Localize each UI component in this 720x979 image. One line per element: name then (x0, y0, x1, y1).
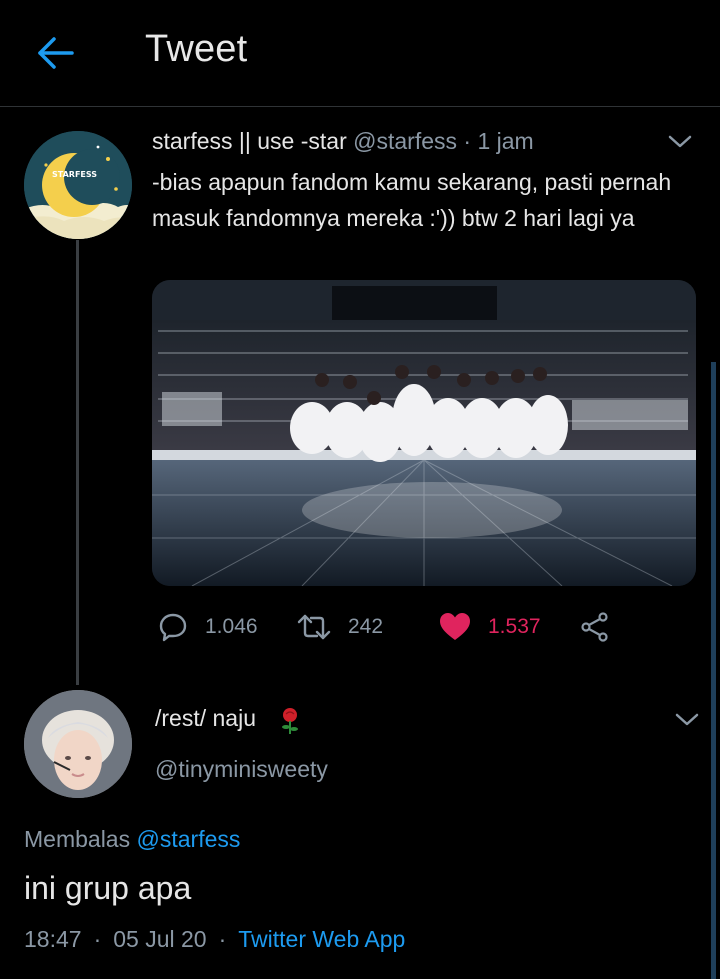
separator-dot: · (218, 926, 227, 952)
chevron-down-icon (675, 713, 699, 726)
reply-metadata: 18:47 · 05 Jul 20 · Twitter Web App (24, 926, 405, 953)
back-button[interactable] (30, 32, 82, 74)
starfess-logo-icon: STARFESS (24, 131, 132, 239)
like-count: 1.537 (488, 615, 541, 638)
share-icon (581, 612, 608, 642)
share-button[interactable] (579, 608, 611, 646)
tweet-text: -bias apapun fandom kamu sekarang, pasti… (152, 169, 672, 231)
retweet-icon (297, 614, 331, 640)
reply-menu-button[interactable] (673, 711, 701, 729)
replying-to: Membalas @starfess (24, 826, 240, 853)
top-bar: Tweet (0, 0, 720, 107)
reply-date[interactable]: 05 Jul 20 (113, 926, 206, 952)
thread-line (76, 240, 79, 685)
separator-dot: · (463, 128, 472, 154)
tweet-time[interactable]: 1 jam (477, 128, 533, 154)
chevron-down-icon (668, 135, 692, 148)
rose-icon (278, 707, 302, 735)
replying-prefix: Membalas (24, 826, 131, 852)
tweet-menu-button[interactable] (666, 133, 694, 151)
separator-dot: · (93, 926, 102, 952)
page-title: Tweet (145, 28, 248, 70)
reply-author-name[interactable]: /rest/ naju (155, 705, 256, 732)
concert-photo (152, 280, 696, 586)
replying-to-link[interactable]: @starfess (137, 826, 241, 852)
reply-count: 1.046 (205, 615, 258, 638)
reply-avatar-photo (24, 690, 132, 798)
reply-button[interactable]: 1.046 (157, 608, 258, 646)
avatar-label: STARFESS (52, 170, 97, 179)
avatar[interactable]: STARFESS (24, 131, 132, 239)
reply-source-link[interactable]: Twitter Web App (238, 926, 405, 952)
retweet-button[interactable]: 242 (296, 608, 383, 646)
heart-filled-icon (440, 613, 470, 640)
arrow-left-icon (38, 37, 74, 69)
reply-time[interactable]: 18:47 (24, 926, 82, 952)
avatar[interactable] (24, 690, 132, 798)
tweet-photo[interactable] (152, 280, 696, 586)
like-button[interactable]: 1.537 (438, 608, 541, 646)
retweet-count: 242 (348, 615, 384, 638)
reply-text: ini grup apa (24, 870, 192, 906)
scrollbar[interactable] (711, 362, 716, 979)
reply-bubble-icon (159, 613, 187, 642)
author-name[interactable]: starfess || use -star (152, 128, 347, 154)
tweet-header: starfess || use -star @starfess · 1 jam (152, 128, 534, 155)
reply-author-handle[interactable]: @tinyminisweety (155, 756, 328, 783)
author-handle[interactable]: @starfess (353, 128, 457, 154)
